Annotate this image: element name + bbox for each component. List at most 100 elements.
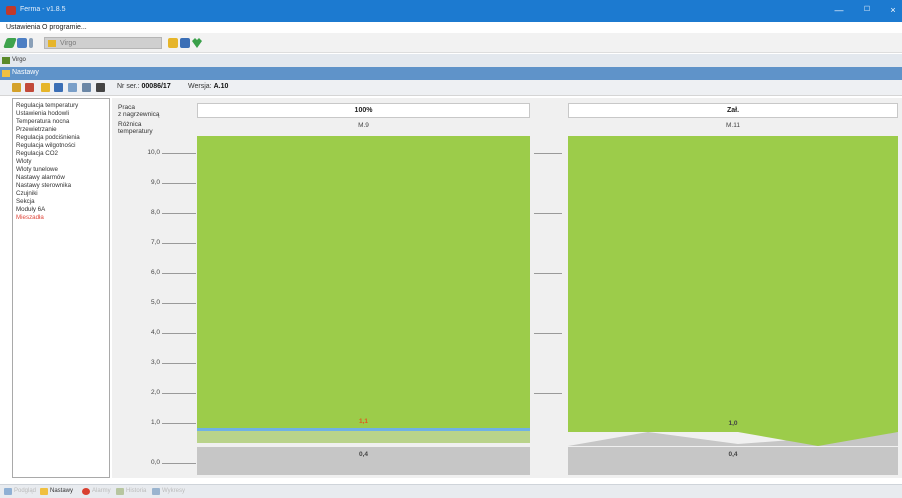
- work-value-m9[interactable]: 100%: [197, 103, 530, 118]
- menu-item-settings[interactable]: Ustawienia: [6, 24, 40, 31]
- tab-title: Nastawy: [12, 69, 39, 76]
- sidebar-item[interactable]: Regulacja wilgotności: [16, 142, 76, 150]
- write-icon[interactable]: [25, 83, 34, 92]
- sidebar-item[interactable]: Temperatura nocna: [16, 118, 69, 126]
- read-icon[interactable]: [12, 83, 21, 92]
- axis-tick-line: [162, 213, 196, 214]
- charts-icon: [152, 488, 160, 495]
- device-select[interactable]: Virgo: [44, 37, 162, 49]
- save-icon[interactable]: [180, 38, 190, 48]
- device-tree-icon: [2, 57, 10, 64]
- edit-icon[interactable]: [3, 38, 17, 48]
- print-icon[interactable]: [68, 83, 77, 92]
- axis-tick-line: [162, 153, 196, 154]
- open-icon[interactable]: [168, 38, 178, 48]
- axis-tick-label: 7,0: [150, 239, 160, 246]
- axis-tick-line: [162, 243, 196, 244]
- temperature-bar-m9[interactable]: [197, 136, 530, 431]
- axis-tick-label: 4,0: [150, 329, 160, 336]
- alarm-icon: [82, 488, 90, 495]
- settings-nav: Regulacja temperatury Ustawienia hodowli T…: [12, 98, 110, 478]
- refresh-icon[interactable]: [17, 38, 27, 48]
- history-icon: [116, 488, 124, 495]
- app-icon: [6, 6, 16, 15]
- save-file-icon[interactable]: [54, 83, 63, 92]
- title-bar: Ferma - v1.8.5 — ☐ ×: [0, 0, 902, 22]
- menu-item-about[interactable]: O programie...: [42, 24, 87, 31]
- module-label-m11: M.11: [726, 122, 740, 129]
- maximize-button[interactable]: ☐: [860, 4, 874, 16]
- connector-line: [534, 333, 562, 334]
- section-title: Virgo: [12, 57, 26, 63]
- section-header: Virgo: [0, 54, 902, 67]
- sidebar-item[interactable]: Czujniki: [16, 190, 38, 198]
- copy-icon[interactable]: [82, 83, 91, 92]
- minimize-button[interactable]: —: [832, 4, 846, 16]
- lower-band-m9: [197, 431, 530, 443]
- connector-line: [534, 393, 562, 394]
- sidebar-item[interactable]: Przewietrzanie: [16, 126, 57, 134]
- work-value-m11[interactable]: Zał.: [568, 103, 898, 118]
- firmware-version: Wersja: A.10: [188, 83, 229, 90]
- axis-tick-line: [162, 393, 196, 394]
- mixer-panel: Praca z nagrzewnicą Różnica temperatury …: [112, 98, 902, 478]
- axis-tick-label: 1,0: [150, 419, 160, 426]
- axis-tick-line: [162, 273, 196, 274]
- axis-tick-line: [162, 183, 196, 184]
- open-file-icon[interactable]: [41, 83, 50, 92]
- temperature-bar-m11[interactable]: [568, 136, 898, 432]
- axis-tick-label: 8,0: [150, 209, 160, 216]
- axis-tick-line: [162, 423, 196, 424]
- tab-alarms[interactable]: Alarmy: [92, 488, 111, 494]
- bottom-label-m9: 0,4: [358, 451, 369, 458]
- sidebar-item[interactable]: Mieszadła: [16, 214, 44, 222]
- close-button[interactable]: ×: [886, 4, 900, 16]
- sidebar-item[interactable]: Wloty: [16, 158, 31, 166]
- sidebar-item[interactable]: Regulacja temperatury: [16, 102, 78, 110]
- tab-header: Nastawy: [0, 67, 902, 80]
- sidebar-item[interactable]: Sekcja: [16, 198, 35, 206]
- sidebar-item[interactable]: Regulacja podciśnienia: [16, 134, 80, 142]
- diff-row-label: Różnica temperatury: [118, 121, 153, 135]
- sidebar-item[interactable]: Moduły 6A: [16, 206, 45, 214]
- favorite-icon[interactable]: [192, 38, 202, 48]
- work-row-label: Praca z nagrzewnicą: [118, 104, 160, 118]
- sidebar-item[interactable]: Nastawy sterownika: [16, 182, 71, 190]
- axis-tick-line: [162, 333, 196, 334]
- axis-tick-label: 6,0: [150, 269, 160, 276]
- connector-line: [534, 153, 562, 154]
- tab-charts[interactable]: Wykresy: [162, 488, 185, 494]
- sidebar-item[interactable]: Regulacja CO2: [16, 150, 58, 158]
- serial-number: Nr ser.: 00086/17: [117, 83, 171, 90]
- sidebar-item[interactable]: Wloty tunelowe: [16, 166, 58, 174]
- axis-tick-line: [162, 303, 196, 304]
- folder-icon: [48, 40, 56, 47]
- sidebar-item[interactable]: Nastawy alarmów: [16, 174, 65, 182]
- axis-tick-label: 9,0: [150, 179, 160, 186]
- bottom-label-m11: 0,4: [728, 451, 738, 458]
- sidebar-item[interactable]: Ustawienia hodowli: [16, 110, 69, 118]
- window-title: Ferma - v1.8.5: [20, 6, 66, 13]
- axis-tick-line: [162, 363, 196, 364]
- connector-line: [534, 213, 562, 214]
- value-label-m11: 1,0: [728, 420, 738, 427]
- tab-history[interactable]: Historia: [126, 488, 146, 494]
- axis-tick-label: 0,0: [150, 459, 160, 466]
- axis-tick-label: 3,0: [150, 359, 160, 366]
- settings-toolbar: Nr ser.: 00086/17 Wersja: A.10: [0, 80, 902, 96]
- settings-tab-icon: [40, 488, 48, 495]
- axis-tick-line: [162, 463, 196, 464]
- module-label-m9: M.9: [358, 122, 369, 129]
- connector-line: [534, 273, 562, 274]
- preview-icon: [4, 488, 12, 495]
- paste-icon[interactable]: [96, 83, 105, 92]
- device-select-value: Virgo: [60, 40, 77, 47]
- axis-tick-label: 10,0: [147, 149, 160, 156]
- menu-bar: Ustawienia O programie...: [0, 22, 902, 33]
- axis-tick-label: 5,0: [150, 299, 160, 306]
- tab-settings[interactable]: Nastawy: [50, 488, 73, 494]
- main-toolbar: Virgo: [0, 33, 902, 53]
- device-icon[interactable]: [29, 38, 33, 48]
- tab-preview[interactable]: Podgląd: [14, 488, 36, 494]
- bottom-tabs: Podgląd Nastawy Alarmy Historia Wykresy: [0, 484, 902, 498]
